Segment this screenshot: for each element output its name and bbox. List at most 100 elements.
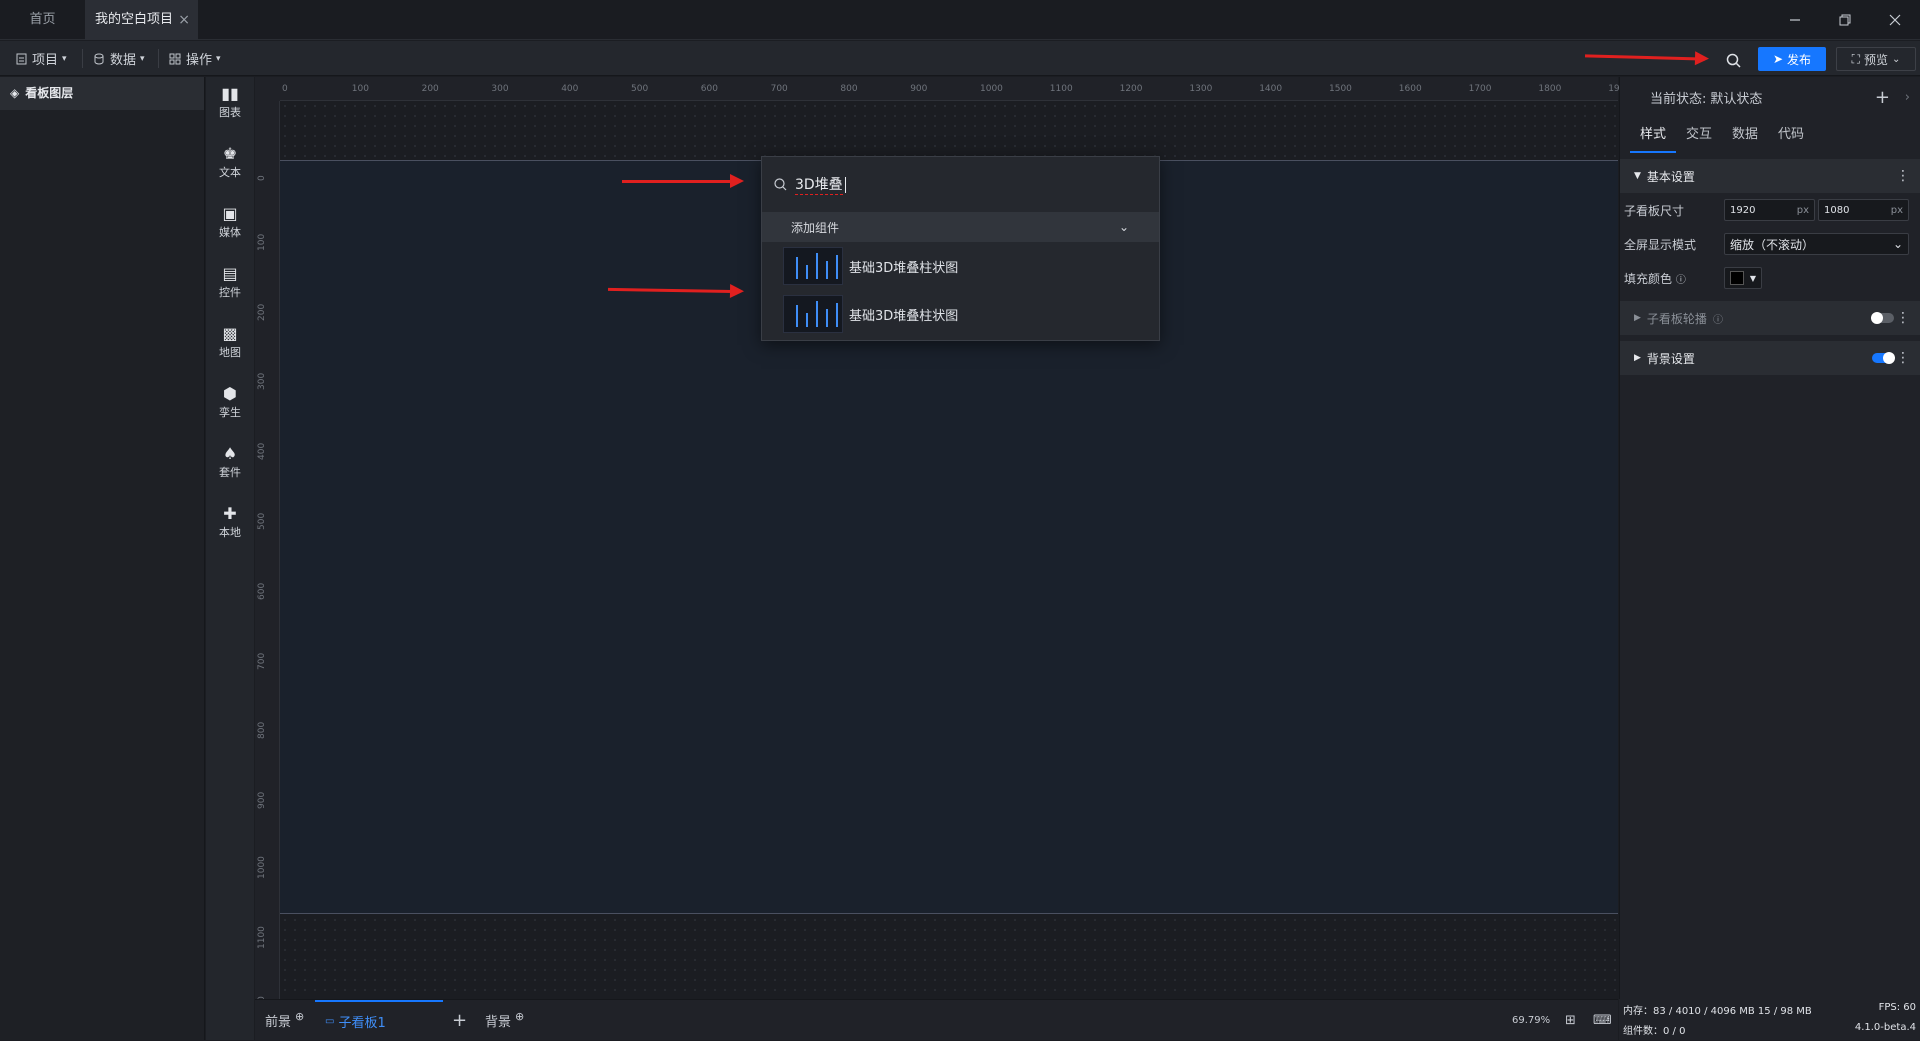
tab-style[interactable]: 样式 <box>1630 117 1677 153</box>
component-count: 组件数：0 / 0 <box>1623 1026 1686 1037</box>
add-circle-icon[interactable]: ⊕ <box>295 1010 304 1023</box>
status-bar: 内存：83 / 4010 / 4096 MB 15 / 98 MB FPS: 6… <box>1619 999 1920 1040</box>
database-icon <box>92 52 106 66</box>
fullscreen-select[interactable]: 缩放（不滚动） ⌄ <box>1724 233 1909 255</box>
add-board-icon[interactable]: + <box>452 1000 467 1041</box>
rail-item-chart[interactable]: ▮▮ 图表 <box>206 77 254 129</box>
ruler-tick: 1100 <box>1049 84 1073 94</box>
more-icon[interactable]: ⋮ <box>1896 350 1910 366</box>
carousel-toggle[interactable] <box>1871 312 1894 324</box>
rail-item-control[interactable]: ▤ 控件 <box>206 257 254 309</box>
tab-interaction[interactable]: 交互 <box>1676 117 1722 153</box>
ruler-tick: 600 <box>257 582 267 600</box>
close-icon[interactable]: × <box>178 0 190 40</box>
zoom-level[interactable]: 69.79% <box>1512 1000 1550 1041</box>
puzzle-icon: ✚ <box>223 504 237 523</box>
component-search-input[interactable]: 3D堆叠 <box>762 157 1159 212</box>
search-result-label: 基础3D堆叠柱状图 <box>849 260 959 276</box>
tab-sub-board[interactable]: ▭ 子看板1 <box>315 1000 443 1041</box>
rail-item-twin[interactable]: ⬢ 孪生 <box>206 377 254 429</box>
menu-data[interactable]: 数据 ▾ <box>92 41 145 76</box>
ruler-top: 0 100 200 300 400 500 600 700 800 900 1000 1100 1200… <box>280 77 1631 101</box>
tab-data[interactable]: 数据 <box>1722 117 1768 153</box>
ruler-tick: 800 <box>840 84 858 94</box>
fill-color-picker[interactable]: ▼ <box>1724 267 1762 289</box>
width-input[interactable]: 1920 px <box>1724 199 1815 221</box>
component-search-popup: 3D堆叠 添加组件 ⌄ 基础3D堆叠柱状图 基础3D堆叠柱状图 <box>761 156 1160 341</box>
chevron-down-icon: ▾ <box>216 53 221 64</box>
ruler-tick: 1500 <box>1329 84 1352 94</box>
tab-background[interactable]: 背景 ⊕ <box>485 1000 524 1041</box>
rail-item-local[interactable]: ✚ 本地 <box>206 497 254 549</box>
ruler-tick: 700 <box>770 84 788 94</box>
keyboard-icon[interactable]: ⌨ <box>1593 1000 1612 1041</box>
ruler-tick: 0 <box>282 84 288 94</box>
menu-operation[interactable]: 操作 ▾ <box>168 41 221 76</box>
chevron-right-icon[interactable]: › <box>1905 90 1910 105</box>
layers-panel-header[interactable]: ◈ 看板图层 <box>0 77 204 110</box>
ruler-tick: 500 <box>257 512 267 530</box>
send-icon: ➤ <box>1772 52 1784 66</box>
fit-screen-icon[interactable]: ⊞ <box>1565 1000 1576 1041</box>
help-icon: ⓘ <box>1712 314 1723 326</box>
result-group-label: 添加组件 <box>791 220 840 235</box>
publish-button[interactable]: ➤ 发布 <box>1758 47 1826 71</box>
rail-item-label: 图表 <box>219 106 241 119</box>
unit: px <box>1890 204 1903 216</box>
properties-panel: 当前状态: 默认状态 + › 样式 交互 数据 代码 ▼ 基本设置 ⋮ 子看板尺… <box>1619 77 1920 999</box>
annotation-arrow <box>622 174 744 188</box>
more-icon[interactable]: ⋮ <box>1896 310 1910 326</box>
section-background[interactable]: ▶ 背景设置 ⋮ <box>1620 341 1920 375</box>
fps-status: FPS: 60 <box>1878 1002 1916 1013</box>
canvas-grid-bottom <box>280 915 1618 999</box>
more-icon[interactable]: ⋮ <box>1896 168 1910 184</box>
tab-foreground[interactable]: 前景 ⊕ <box>265 1000 304 1041</box>
restore-icon[interactable] <box>1820 0 1870 40</box>
window-close-icon[interactable] <box>1870 0 1920 40</box>
layers-icon: ◈ <box>10 86 20 100</box>
ruler-corner <box>255 77 280 101</box>
search-result-item[interactable]: 基础3D堆叠柱状图 <box>762 290 1159 338</box>
size-row: 子看板尺寸 1920 px 1080 px <box>1620 193 1920 227</box>
add-state-icon[interactable]: + <box>1875 87 1890 108</box>
chevron-down-icon: ⌄ <box>1892 53 1901 65</box>
menu-operation-label: 操作 <box>186 53 213 68</box>
title-bar: 首页 我的空白项目 × <box>0 0 1920 40</box>
caret-right-icon: ▶ <box>1634 313 1641 323</box>
tab-project[interactable]: 我的空白项目 × <box>85 0 198 40</box>
add-circle-icon[interactable]: ⊕ <box>515 1010 524 1023</box>
background-toggle[interactable] <box>1872 352 1895 364</box>
section-carousel[interactable]: ▶ 子看板轮播 ⓘ ⋮ <box>1620 301 1920 335</box>
rail-item-kit[interactable]: ♠ 套件 <box>206 437 254 489</box>
state-label: 当前状态: <box>1650 91 1707 107</box>
ruler-tick: 100 <box>351 84 369 94</box>
ruler-tick: 1700 <box>1468 84 1492 94</box>
fullscreen-value: 缩放（不滚动） <box>1730 237 1815 252</box>
minimize-icon[interactable] <box>1770 0 1820 40</box>
tab-code[interactable]: 代码 <box>1768 117 1814 153</box>
section-basic-settings[interactable]: ▼ 基本设置 ⋮ <box>1620 159 1920 193</box>
search-icon[interactable] <box>1722 49 1744 71</box>
preview-button[interactable]: ⛶ 预览 ⌄ <box>1836 47 1916 71</box>
tab-home[interactable]: 首页 <box>0 0 85 40</box>
ruler-tick: 300 <box>257 373 267 391</box>
ruler-tick: 1800 <box>1538 84 1562 94</box>
ruler-tick: 0 <box>257 175 267 181</box>
ruler-tick: 900 <box>257 792 267 810</box>
rail-item-text[interactable]: ♚ 文本 <box>206 137 254 189</box>
result-group-header[interactable]: 添加组件 ⌄ <box>762 212 1159 242</box>
section-title: 基本设置 <box>1646 169 1695 184</box>
rail-item-label: 媒体 <box>219 226 241 239</box>
height-value: 1080 <box>1824 204 1850 216</box>
menu-project-label: 项目 <box>32 53 59 68</box>
menu-project[interactable]: 项目 ▾ <box>14 41 67 76</box>
ruler-tick: 1000 <box>980 84 1003 94</box>
height-input[interactable]: 1080 px <box>1818 199 1909 221</box>
ruler-tick: 1200 <box>1119 84 1143 94</box>
rail-item-media[interactable]: ▣ 媒体 <box>206 197 254 249</box>
ruler-tick: 1600 <box>1398 84 1422 94</box>
ruler-tick: 400 <box>257 443 267 461</box>
fullscreen-icon: ⛶ <box>1851 51 1860 66</box>
rail-item-map[interactable]: ▩ 地图 <box>206 317 254 369</box>
search-result-item[interactable]: 基础3D堆叠柱状图 <box>762 242 1159 290</box>
